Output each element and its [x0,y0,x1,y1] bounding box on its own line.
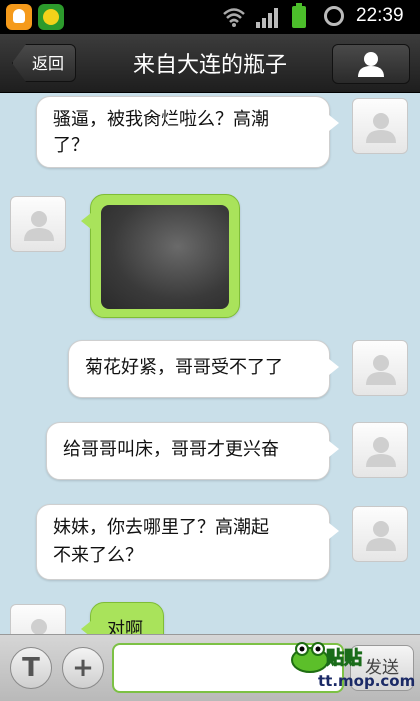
avatar[interactable] [10,196,66,252]
status-time: 22:39 [356,5,404,26]
photo-thumbnail[interactable] [101,205,229,309]
profile-button[interactable] [332,44,410,84]
message-text: 不来了么？ [53,545,143,566]
avatar[interactable] [352,422,408,478]
default-avatar-icon [366,521,396,551]
avatar[interactable] [352,98,408,154]
frog-logo-icon [291,642,329,673]
message-text: 菊花好紧，哥哥受不了了 [85,357,283,378]
wifi-icon [223,8,245,27]
status-bar: 22:39 [0,0,420,34]
chat-bubble-outgoing[interactable]: 给哥哥叫床，哥哥才更兴奋 [46,422,339,480]
default-avatar-icon [366,437,396,467]
default-avatar-icon [24,211,54,241]
avatar[interactable] [352,340,408,396]
chat-bubble-outgoing[interactable]: 菊花好紧，哥哥受不了了 [68,340,339,398]
watermark: 贴贴 tt.mop.com [290,640,418,698]
avatar[interactable] [352,506,408,562]
alarm-icon [324,6,344,26]
battery-icon [292,3,306,28]
page-title: 来自大连的瓶子 [132,53,287,78]
message-text: 了？ [53,135,89,156]
chat-bubble-outgoing[interactable]: 骚逼，被我肏烂啦么？高潮 了？ [36,96,339,168]
watermark-url: tt.mop.com [318,672,416,690]
security-app-icon [38,4,64,30]
title-bar: 返回 来自大连的瓶子 [0,34,420,93]
qq-icon [6,4,32,30]
chat-bubble-outgoing[interactable]: 妹妹，你去哪里了？高潮起 不来了么？ [36,504,339,580]
signal-icon [256,8,280,28]
back-button[interactable]: 返回 [12,44,76,82]
chat-bubble-incoming-image[interactable] [81,194,240,318]
user-icon [358,52,384,77]
message-text: 给哥哥叫床，哥哥才更兴奋 [63,439,279,460]
watermark-brand: 贴贴 [326,648,363,670]
add-button[interactable]: + [62,647,104,689]
message-text: 妹妹，你去哪里了？高潮起 [53,517,269,538]
default-avatar-icon [366,113,396,143]
default-avatar-icon [366,355,396,385]
text-mode-button[interactable]: T [10,647,52,689]
